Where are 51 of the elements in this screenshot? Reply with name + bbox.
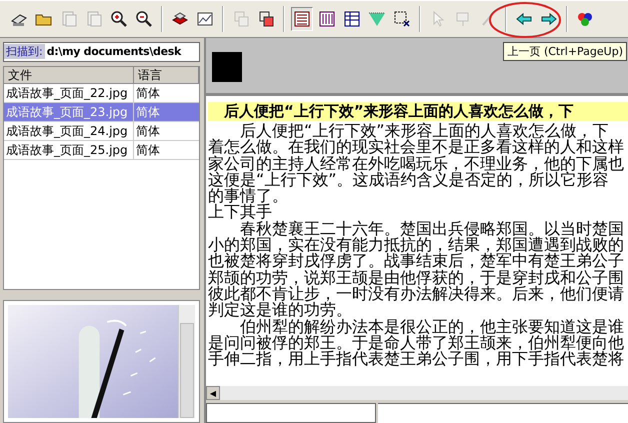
chart-icon bbox=[196, 10, 214, 28]
text-line: 春秋楚襄王二十六年。楚国出兵侵略郑国。以当时楚国 bbox=[240, 220, 625, 238]
language-cell-text: 简体 bbox=[135, 142, 161, 159]
lines-icon bbox=[293, 10, 311, 28]
text-line: 手伸二指，用上手指代表楚王弟公子围，用下手指代表楚将 bbox=[208, 351, 625, 368]
text-line: 彼此都不肯让步，一时没有办法解决得来。后来，他们便请 bbox=[208, 286, 625, 302]
toolbar-button[interactable] bbox=[291, 7, 313, 31]
columns-icon bbox=[318, 10, 336, 28]
grid-icon bbox=[257, 10, 275, 28]
tooltip: 上一页 (Ctrl+PageUp) bbox=[503, 42, 627, 61]
file-row[interactable]: 成语故事_页面_23.jpg 简体 bbox=[4, 102, 199, 122]
column-header[interactable]: 文件 bbox=[4, 66, 134, 84]
text-line: 郑颉的功劳，说郑王颉是由他俘获的，于是穿封戌和公子围 bbox=[208, 270, 625, 286]
file-name: 成语故事_页面_23.jpg bbox=[4, 102, 134, 121]
page-thumbnail bbox=[212, 52, 242, 82]
colors-icon bbox=[576, 10, 594, 28]
file-row[interactable]: 成语故事_页面_24.jpg 简体 bbox=[4, 122, 199, 141]
file-name: 成语故事_页面_22.jpg bbox=[4, 84, 134, 102]
language-cell-text: 简体 bbox=[135, 84, 161, 102]
file-name: 成语故事_页面_24.jpg bbox=[4, 122, 134, 140]
language-cell-text: 简体 bbox=[135, 122, 161, 140]
horizontal-scrollbar[interactable]: ◀ bbox=[206, 386, 628, 400]
text-line: 判定这是谁的功劳。 bbox=[208, 302, 352, 319]
file-row[interactable]: 成语故事_页面_25.jpg 简体 bbox=[4, 140, 199, 160]
grid-icon bbox=[232, 10, 250, 28]
right-arrow-icon bbox=[540, 10, 558, 28]
scan-to-label: 扫描到: bbox=[4, 44, 45, 60]
page-icon bbox=[60, 10, 78, 28]
column-header[interactable]: 语言 bbox=[134, 66, 199, 84]
text-line: 小的郑国，实在没有能力抵抗的，结果，郑国遭遇到战败的 bbox=[208, 237, 625, 254]
vertical-scrollbar[interactable] bbox=[178, 304, 195, 418]
text-line: 是问问被俘的郑王。于是命人带了郑王颉来，伯州犁便向他 bbox=[208, 334, 625, 352]
table-icon bbox=[343, 10, 361, 28]
text-line: 也被楚将穿封戌俘虏了。战事结束后，楚军中有楚王弟公子 bbox=[208, 253, 625, 270]
zoom-out-icon bbox=[135, 10, 153, 28]
text-line: 家公司的主持人经常在外吃喝玩乐，不理业务，他的下属也 bbox=[208, 156, 625, 172]
pattern-icon bbox=[368, 10, 386, 28]
language-cell-text: 简体 bbox=[135, 104, 161, 121]
text-line: 后人便把“上行下效”来形容上面的人喜欢怎么做，下 bbox=[240, 123, 609, 140]
text-line: 这便是“上行下效”。这成语约含义是否定的，所以它形容 bbox=[208, 172, 609, 188]
text-line: 的事情了。 bbox=[208, 188, 288, 204]
file-name: 成语故事_页面_25.jpg bbox=[4, 140, 134, 159]
text-line: 上下其手 bbox=[208, 204, 272, 221]
path-field[interactable]: d:\my documents\desk bbox=[44, 45, 182, 58]
scroll-left-button[interactable]: ◀ bbox=[206, 386, 220, 400]
zoom-in-icon bbox=[110, 10, 128, 28]
text-line: 伯州犁的解纷办法本是很公正的，他主张要知道这是谁 bbox=[240, 318, 625, 335]
page-icon bbox=[85, 10, 103, 28]
left-arrow-icon bbox=[515, 10, 533, 28]
text-line: 着怎么做。在我们的现实社会里不是正多看这样的人和这样 bbox=[208, 139, 625, 156]
select-x-icon bbox=[393, 10, 411, 28]
